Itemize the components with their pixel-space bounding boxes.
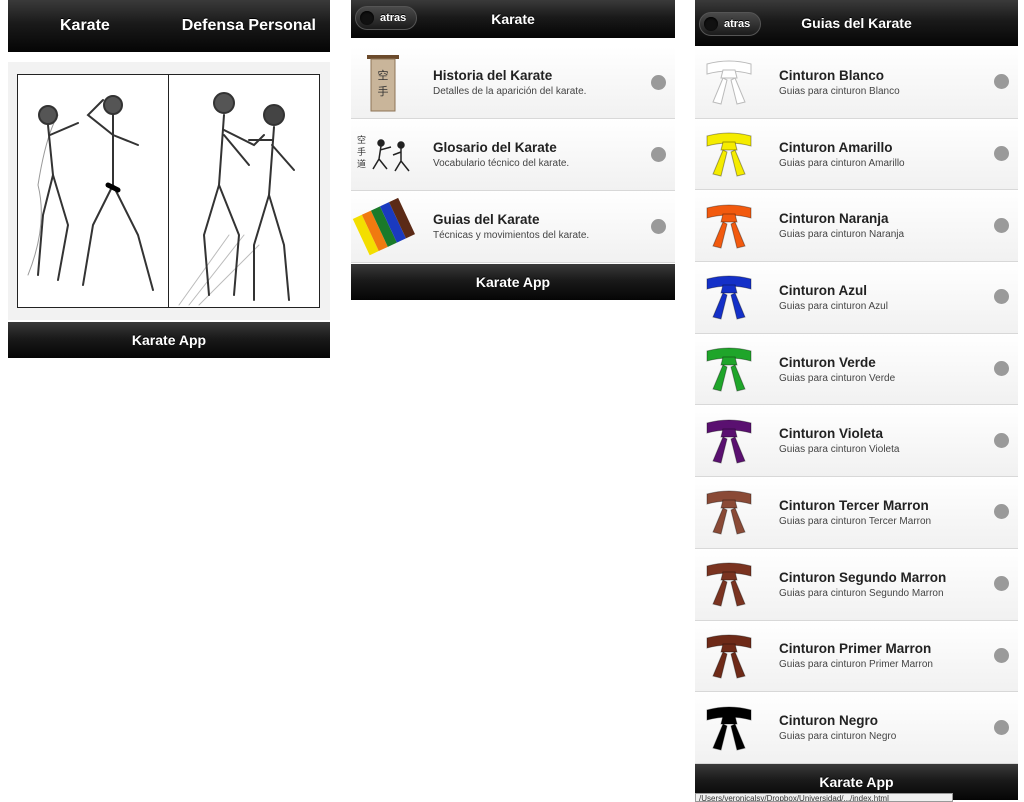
list-item-belt[interactable]: Cinturon Violeta Guias para cinturon Viol… <box>695 405 1018 478</box>
home-header: Karate Defensa Personal <box>8 0 330 52</box>
scroll-icon: 空 手 <box>351 51 415 115</box>
item-title: Historia del Karate <box>433 68 553 83</box>
menu-header: atras Karate <box>351 0 675 38</box>
back-button[interactable]: atras <box>699 12 762 36</box>
menu-list: 空 手 Historia del Karate Detalles de la a… <box>351 47 675 263</box>
back-button[interactable]: atras <box>355 6 418 30</box>
list-item-belt[interactable]: Cinturon Segundo Marron Guias para cintur… <box>695 548 1018 621</box>
item-title: Cinturon Azul <box>779 282 867 298</box>
back-label: atras <box>380 12 407 24</box>
belt-list: Cinturon Blanco Guias para cinturon Blanc… <box>695 47 1018 764</box>
list-item-belt[interactable]: Cinturon Blanco Guias para cinturon Blanc… <box>695 47 1018 119</box>
belt-icon <box>697 480 761 544</box>
item-title: Cinturon Negro <box>779 713 878 729</box>
item-subtitle: Guias para cinturon Primer Marron <box>779 659 933 671</box>
item-title: Cinturon Primer Marron <box>779 641 932 657</box>
svg-text:空: 空 <box>357 134 366 146</box>
belt-icon <box>697 122 761 186</box>
url-bar: /Users/veronicalsy/Dropbox/Universidad/.… <box>695 793 953 802</box>
list-item-belt[interactable]: Cinturon Primer Marron Guias para cinturo… <box>695 620 1018 693</box>
belt-icon <box>697 194 761 258</box>
list-item-belt[interactable]: Cinturon Amarillo Guias para cinturon Ama… <box>695 118 1018 191</box>
disclosure-icon <box>651 146 666 162</box>
footer-title: Karate App <box>819 774 894 790</box>
item-subtitle: Guias para cinturon Azul <box>779 300 888 312</box>
disclosure-icon <box>994 146 1009 162</box>
disclosure-icon <box>994 719 1009 735</box>
item-subtitle: Guias para cinturon Violeta <box>779 444 900 456</box>
list-item-belt[interactable]: Cinturon Negro Guias para cinturon Negro <box>695 692 1018 764</box>
item-subtitle: Técnicas y movimientos del karate. <box>433 230 590 241</box>
home-footer: Karate App <box>8 322 330 358</box>
footer-title: Karate App <box>131 332 207 348</box>
karate-menu-screen: atras Karate 空 手 Historia del Karate Det… <box>351 0 675 300</box>
item-subtitle: Detalles de la aparición del karate. <box>433 86 587 97</box>
svg-text:手: 手 <box>378 84 389 98</box>
item-subtitle: Guias para cinturon Blanco <box>779 85 900 97</box>
item-title: Guias del Karate <box>433 212 540 227</box>
item-subtitle: Guias para cinturon Naranja <box>779 229 905 241</box>
menu-footer: Karate App <box>351 264 675 300</box>
back-dot-icon <box>360 11 374 25</box>
image-panel <box>8 62 330 320</box>
item-title: Cinturon Tercer Marron <box>779 497 929 513</box>
item-title: Cinturon Naranja <box>779 211 889 227</box>
belt-icon <box>697 265 761 329</box>
item-subtitle: Guias para cinturon Tercer Marron <box>779 515 932 527</box>
guides-screen: atras Guias del Karate Cinturon Blanco Gu… <box>695 0 1018 802</box>
item-subtitle: Guias para cinturon Amarillo <box>779 157 905 169</box>
list-item-guias[interactable]: Guias del Karate Técnicas y movimientos … <box>351 191 675 263</box>
svg-text:空: 空 <box>378 68 389 82</box>
item-title: Cinturon Amarillo <box>779 139 893 155</box>
back-label: atras <box>724 18 751 30</box>
svg-text:道: 道 <box>357 158 366 170</box>
item-subtitle: Vocabulario técnico del karate. <box>433 158 570 169</box>
belts-icon <box>351 195 415 259</box>
list-item-glosario[interactable]: 空 手 道 Glosario del Karate Vocabulario té… <box>351 119 675 191</box>
item-title: Glosario del Karate <box>433 140 557 155</box>
belt-icon <box>697 409 761 473</box>
page-title: Guias del Karate <box>801 15 912 31</box>
disclosure-icon <box>994 647 1009 663</box>
belt-icon <box>697 337 761 401</box>
item-subtitle: Guias para cinturon Verde <box>779 372 896 384</box>
footer-title: Karate App <box>475 274 551 290</box>
tab-karate[interactable]: Karate <box>60 17 110 35</box>
tab-defensa-personal[interactable]: Defensa Personal <box>182 17 316 35</box>
disclosure-icon <box>994 432 1009 448</box>
item-subtitle: Guias para cinturon Segundo Marron <box>779 587 944 599</box>
disclosure-icon <box>994 361 1009 377</box>
belt-icon <box>697 50 761 114</box>
illustration-frame <box>17 74 320 308</box>
disclosure-icon <box>651 74 666 90</box>
belt-icon <box>697 552 761 616</box>
home-screen: Karate Defensa Personal Karate App <box>8 0 330 359</box>
item-title: Cinturon Verde <box>779 354 876 370</box>
item-title: Cinturon Blanco <box>779 67 884 83</box>
self-defense-illustration[interactable] <box>168 75 319 307</box>
guides-header: atras Guias del Karate <box>695 0 1018 46</box>
list-item-belt[interactable]: Cinturon Azul Guias para cinturon Azul <box>695 262 1018 334</box>
item-title: Cinturon Violeta <box>779 426 884 442</box>
item-title: Cinturon Segundo Marron <box>779 569 947 585</box>
disclosure-icon <box>994 217 1009 233</box>
svg-text:手: 手 <box>357 146 366 158</box>
list-item-belt[interactable]: Cinturon Verde Guias para cinturon Verde <box>695 333 1018 406</box>
karate-illustration[interactable] <box>18 75 168 307</box>
belt-icon <box>697 696 761 760</box>
back-dot-icon <box>704 17 718 31</box>
fighters-icon: 空 手 道 <box>351 123 415 187</box>
item-subtitle: Guias para cinturon Negro <box>779 731 897 743</box>
disclosure-icon <box>651 218 666 234</box>
list-item-belt[interactable]: Cinturon Naranja Guias para cinturon Nara… <box>695 190 1018 263</box>
belt-icon <box>697 624 761 688</box>
page-title: Karate <box>491 11 535 27</box>
list-item-belt[interactable]: Cinturon Tercer Marron Guias para cinturo… <box>695 477 1018 549</box>
list-item-historia[interactable]: 空 手 Historia del Karate Detalles de la a… <box>351 47 675 119</box>
